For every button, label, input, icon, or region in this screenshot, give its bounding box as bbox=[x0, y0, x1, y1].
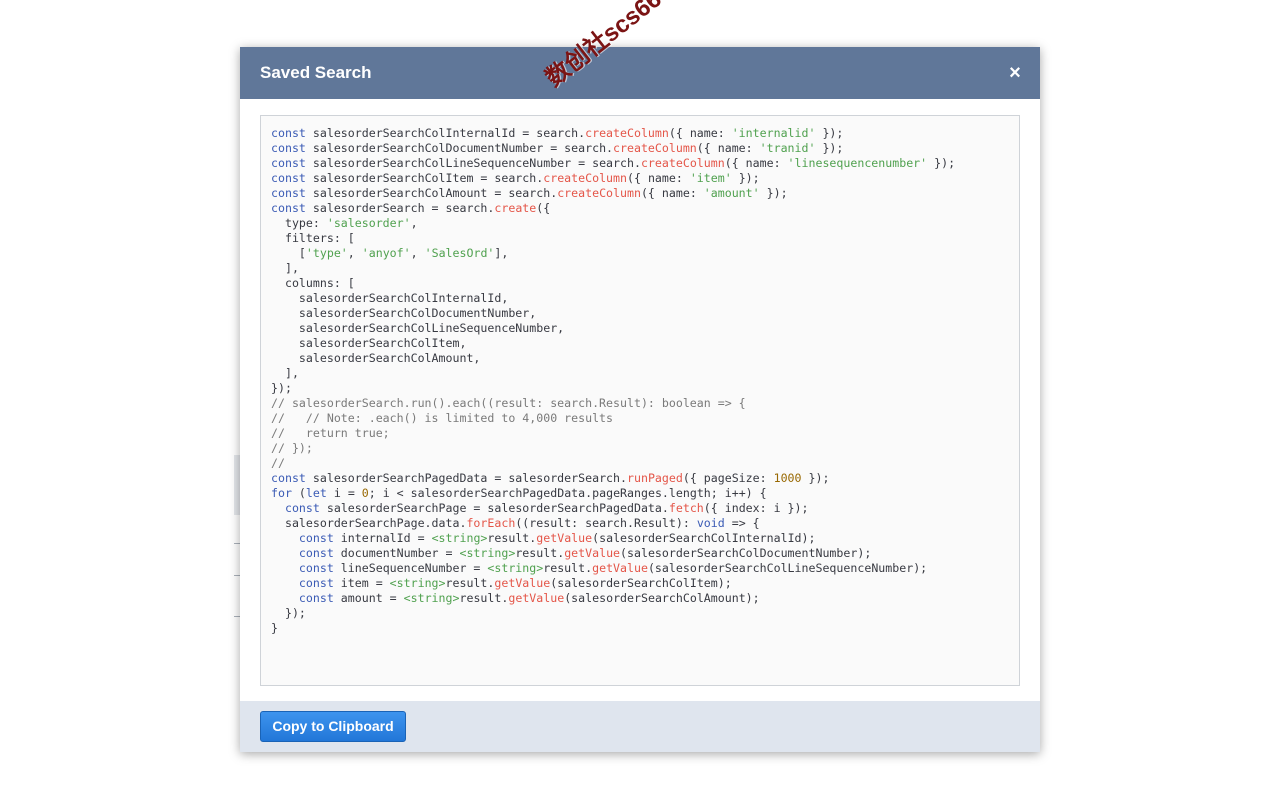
code-line: } bbox=[271, 621, 278, 635]
saved-search-modal: Saved Search × const salesorderSearchCol… bbox=[240, 47, 1040, 752]
code-line: // }); bbox=[271, 441, 313, 455]
modal-title: Saved Search bbox=[260, 63, 372, 82]
code-line: const salesorderSearch = search.create({ bbox=[271, 201, 551, 215]
modal-header: Saved Search × bbox=[240, 47, 1040, 99]
code-line: salesorderSearchColDocumentNumber, bbox=[271, 306, 537, 320]
code-line: }); bbox=[271, 381, 292, 395]
code-line: const salesorderSearchColItem = search.c… bbox=[271, 171, 760, 185]
code-line: type: 'salesorder', bbox=[271, 216, 418, 230]
code-line: salesorderSearchColInternalId, bbox=[271, 291, 509, 305]
code-block: const salesorderSearchColInternalId = se… bbox=[261, 116, 1019, 636]
close-icon[interactable]: × bbox=[1004, 62, 1026, 84]
code-line: const salesorderSearchColDocumentNumber … bbox=[271, 141, 844, 155]
code-line: const salesorderSearchColLineSequenceNum… bbox=[271, 156, 956, 170]
code-line: const salesorderSearchColInternalId = se… bbox=[271, 126, 844, 140]
code-line: }); bbox=[271, 606, 306, 620]
code-line: const amount = <string>result.getValue(s… bbox=[298, 591, 760, 605]
code-line: const item = <string>result.getValue(sal… bbox=[298, 576, 732, 590]
code-line: filters: [ bbox=[271, 231, 355, 245]
code-line: salesorderSearchPage.data.forEach((resul… bbox=[271, 516, 760, 530]
code-line: // // Note: .each() is limited to 4,000 … bbox=[271, 411, 614, 425]
code-line: ], bbox=[271, 366, 299, 380]
code-line: const salesorderSearchColAmount = search… bbox=[271, 186, 788, 200]
code-line: for (let i = 0; i < salesorderSearchPage… bbox=[271, 486, 767, 500]
code-line: salesorderSearchColAmount, bbox=[271, 351, 481, 365]
code-viewer[interactable]: const salesorderSearchColInternalId = se… bbox=[260, 115, 1020, 686]
code-line: ], bbox=[271, 261, 299, 275]
modal-footer: Copy to Clipboard bbox=[240, 701, 1040, 752]
code-line: columns: [ bbox=[271, 276, 355, 290]
code-line: // salesorderSearch.run().each((result: … bbox=[271, 396, 746, 410]
code-line: // return true; bbox=[271, 426, 390, 440]
code-line: const documentNumber = <string>result.ge… bbox=[298, 546, 872, 560]
code-line: // bbox=[271, 456, 285, 470]
code-line: const lineSequenceNumber = <string>resul… bbox=[298, 561, 928, 575]
code-line: salesorderSearchColLineSequenceNumber, bbox=[271, 321, 565, 335]
code-line: const salesorderSearchPagedData = saleso… bbox=[271, 471, 830, 485]
copy-to-clipboard-button[interactable]: Copy to Clipboard bbox=[260, 711, 406, 742]
code-line: const salesorderSearchPage = salesorderS… bbox=[284, 501, 809, 515]
code-line: ['type', 'anyof', 'SalesOrd'], bbox=[271, 246, 509, 260]
code-line: const internalId = <string>result.getVal… bbox=[298, 531, 816, 545]
code-line: salesorderSearchColItem, bbox=[271, 336, 467, 350]
